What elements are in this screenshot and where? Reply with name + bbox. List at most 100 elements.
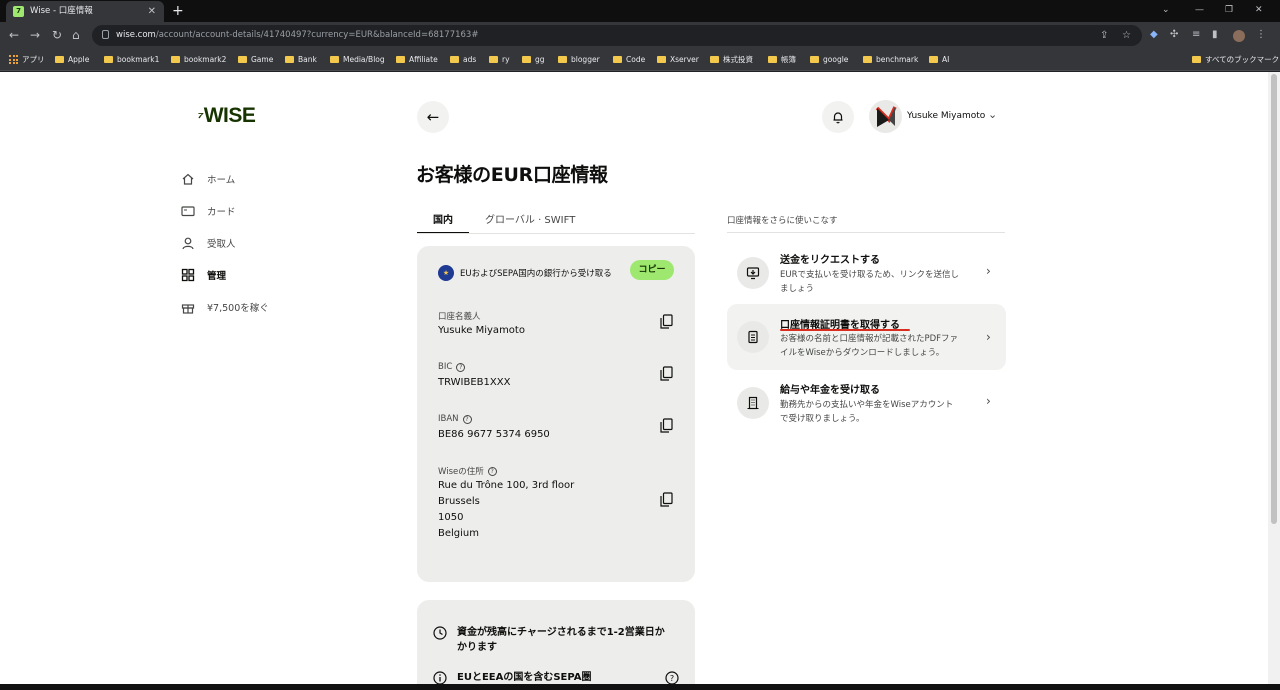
bookmark-item[interactable]: Xserver <box>657 49 699 71</box>
manage-icon <box>181 268 195 282</box>
bookmarks-bar: アプリ Apple bookmark1 bookmark2 Game Bank … <box>0 49 1280 71</box>
wise-logo[interactable]: ⁷WISE <box>195 104 256 128</box>
recipients-icon <box>181 236 195 250</box>
field-value-address: Rue du Trône 100, 3rd floor Brussels 105… <box>438 480 575 539</box>
bookmark-item[interactable]: Affiliate <box>396 49 438 71</box>
bookmark-item[interactable]: AI <box>929 49 949 71</box>
help-icon[interactable]: ? <box>487 466 497 476</box>
field-value-iban: BE86 9677 5374 6950 <box>438 429 550 440</box>
help-icon[interactable]: ? <box>462 414 472 424</box>
option-desc: EURで支払いを受け取るため、リンクを送信し ましょう <box>780 270 960 294</box>
bookmark-item[interactable]: 株式投資 <box>710 49 753 71</box>
browser-tab[interactable]: 7 Wise - 口座情報 ✕ <box>6 1 164 22</box>
bookmark-item[interactable]: Game <box>238 49 273 71</box>
info-card: 資金が残高にチャージされるまで1-2営業日か かります EUとEEAの国を含むSE… <box>417 600 695 684</box>
back-nav-icon[interactable]: ← <box>9 26 19 44</box>
help-circle-icon[interactable]: ? <box>665 671 679 684</box>
option-account-certificate[interactable]: 口座情報証明書を取得する お客様の名前と口座情報が記載されたPDFファ イルをWi… <box>727 304 1006 370</box>
request-icon <box>737 257 769 289</box>
home-icon <box>181 172 195 186</box>
help-icon[interactable]: ? <box>456 362 466 372</box>
field-label-address: Wiseの住所? <box>438 465 497 477</box>
bookmark-item[interactable]: blogger <box>558 49 600 71</box>
sidebar-item-home[interactable]: ホーム <box>181 170 235 188</box>
apps-grid-icon <box>9 55 18 64</box>
bottom-edge <box>0 684 1280 690</box>
forward-nav-icon[interactable]: → <box>30 26 40 44</box>
option-desc: 勤務先からの支払いや年金をWiseアカウント で受け取りましょう。 <box>780 400 954 424</box>
bookmark-item[interactable]: bookmark1 <box>104 49 159 71</box>
bookmark-item[interactable]: 帳簿 <box>768 49 796 71</box>
bookmark-item[interactable]: ads <box>450 49 476 71</box>
copy-all-button[interactable]: コピー <box>630 260 674 280</box>
option-desc: お客様の名前と口座情報が記載されたPDFファ イルをWiseからダウンロードしまし… <box>780 334 959 358</box>
extension-icon[interactable]: ◆ <box>1150 26 1158 44</box>
all-bookmarks[interactable]: すべてのブックマーク <box>1192 49 1279 71</box>
bookmark-item[interactable]: ry <box>489 49 510 71</box>
url-text[interactable]: wise.com/account/account-details/4174049… <box>116 25 478 46</box>
wise-page: ⁷WISE ホーム カード 受取人 管理 ¥7,500を稼ぐ ← Yusuke … <box>0 72 1268 684</box>
sidebar-item-recipients[interactable]: 受取人 <box>181 234 236 252</box>
back-button[interactable]: ← <box>417 101 449 133</box>
extensions-puzzle-icon[interactable]: ✣ <box>1170 26 1178 44</box>
bookmark-item[interactable]: Media/Blog <box>330 49 385 71</box>
menu-kebab-icon[interactable]: ⋮ <box>1256 26 1266 44</box>
sidebar-item-earn[interactable]: ¥7,500を稼ぐ <box>181 298 269 316</box>
reload-icon[interactable]: ↻ <box>52 26 62 44</box>
page-scrollbar[interactable] <box>1268 72 1280 684</box>
user-avatar[interactable] <box>869 100 902 133</box>
sidebar-item-manage[interactable]: 管理 <box>181 266 226 284</box>
minimize-icon[interactable]: — <box>1195 1 1204 19</box>
info-row-timing: 資金が残高にチャージされるまで1-2営業日か かります <box>433 625 665 655</box>
side-panel-icon[interactable]: ▮ <box>1212 26 1218 44</box>
scrollbar-thumb[interactable] <box>1271 74 1277 524</box>
address-bar[interactable]: wise.com/account/account-details/4174049… <box>92 25 1142 46</box>
option-receive-salary[interactable]: 給与や年金を受け取る 勤務先からの支払いや年金をWiseアカウント で受け取りまし… <box>727 370 1006 436</box>
restore-icon[interactable]: ❐ <box>1225 1 1233 19</box>
option-request-money[interactable]: 送金をリクエストする EURで支払いを受け取るため、リンクを送信し ましょう › <box>727 240 1006 306</box>
tab-global-swift[interactable]: グローバル · SWIFT <box>485 211 575 226</box>
home-nav-icon[interactable]: ⌂ <box>72 26 80 44</box>
field-label-holder: 口座名義人 <box>438 312 481 322</box>
gift-icon <box>181 300 195 314</box>
account-details-card: ★ EUおよびSEPA国内の銀行から受け取る コピー 口座名義人 Yusuke … <box>417 246 695 582</box>
close-tab-icon[interactable]: ✕ <box>148 1 156 22</box>
document-icon <box>737 321 769 353</box>
bookmark-item[interactable]: bookmark2 <box>171 49 226 71</box>
bookmark-item[interactable]: Apple <box>55 49 89 71</box>
copy-icon[interactable] <box>660 314 673 329</box>
tab-strip: 7 Wise - 口座情報 ✕ + ⌄ — ❐ ✕ <box>0 0 1280 22</box>
tab-search-icon[interactable]: ⌄ <box>1162 1 1170 19</box>
copy-icon[interactable] <box>660 492 673 507</box>
more-options-heading: 口座情報をさらに使いこなす <box>727 216 838 226</box>
bookmark-item[interactable]: benchmark <box>863 49 918 71</box>
user-name[interactable]: Yusuke Miyamoto <box>907 111 985 121</box>
profile-avatar[interactable] <box>1233 30 1245 42</box>
new-tab-icon[interactable]: + <box>172 2 184 20</box>
card-icon <box>181 204 195 218</box>
bookmark-apps[interactable]: アプリ <box>9 49 45 71</box>
field-value-holder: Yusuke Miyamoto <box>438 325 525 336</box>
copy-icon[interactable] <box>660 366 673 381</box>
bookmark-item[interactable]: gg <box>522 49 545 71</box>
bookmark-item[interactable]: google <box>810 49 848 71</box>
copy-icon[interactable] <box>660 418 673 433</box>
chevron-down-icon[interactable]: ⌄ <box>988 108 997 121</box>
bookmark-star-icon[interactable]: ☆ <box>1122 25 1131 46</box>
share-icon[interactable]: ⇪ <box>1100 25 1108 46</box>
close-window-icon[interactable]: ✕ <box>1255 1 1263 19</box>
chevron-right-icon: › <box>986 330 991 344</box>
field-label-iban: IBAN? <box>438 414 472 424</box>
notifications-button[interactable] <box>822 101 854 133</box>
bookmark-item[interactable]: Bank <box>285 49 317 71</box>
media-icon[interactable]: ≡ <box>1192 26 1200 44</box>
browser-window: 7 Wise - 口座情報 ✕ + ⌄ — ❐ ✕ ← → ↻ ⌂ wise.c… <box>0 0 1280 690</box>
info-row-sepa: EUとEEAの国を含むSEPA圏 <box>433 670 592 684</box>
browser-toolbar: ← → ↻ ⌂ wise.com/account/account-details… <box>0 22 1280 49</box>
tab-domestic[interactable]: 国内 <box>417 211 469 234</box>
tab-title: Wise - 口座情報 <box>30 6 93 16</box>
arrow-left-icon: ← <box>426 108 440 126</box>
sidebar-item-card[interactable]: カード <box>181 202 236 220</box>
bookmark-item[interactable]: Code <box>613 49 645 71</box>
chevron-right-icon: › <box>986 264 991 278</box>
